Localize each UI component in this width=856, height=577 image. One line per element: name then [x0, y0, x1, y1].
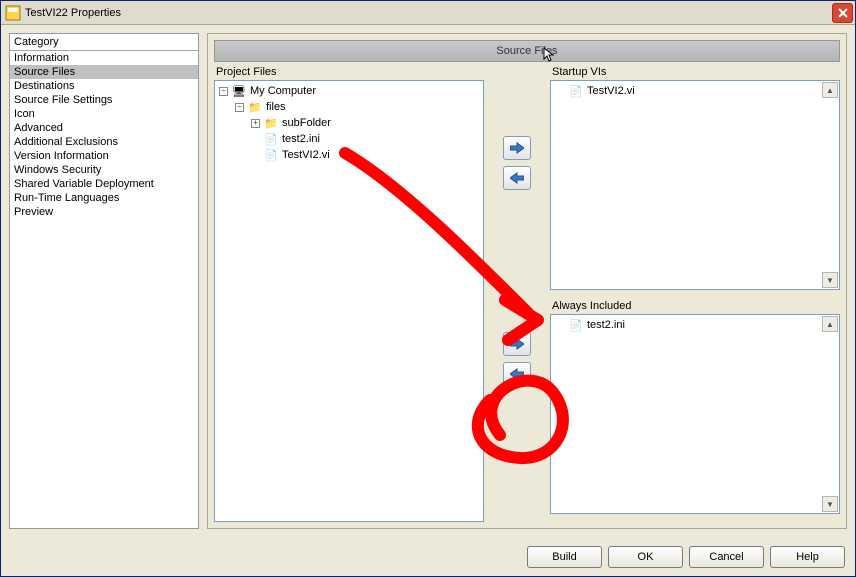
- list-item-label: test2.ini: [587, 319, 625, 331]
- tree-node-label: test2.ini: [282, 133, 320, 145]
- always-included-label: Always Included: [550, 300, 840, 314]
- ini-icon: [264, 132, 278, 146]
- category-panel: Category InformationSource FilesDestinat…: [9, 33, 199, 529]
- close-button[interactable]: [832, 3, 853, 23]
- tree-node-label: My Computer: [250, 85, 316, 97]
- page-title-bar: Source Files: [214, 40, 840, 62]
- project-files-tree[interactable]: −My Computer−files+subFoldertest2.iniTes…: [214, 80, 484, 522]
- add-to-startup-button[interactable]: [503, 136, 531, 160]
- category-item[interactable]: Source Files: [10, 65, 198, 79]
- dialog-body: Category InformationSource FilesDestinat…: [1, 25, 855, 537]
- scroll-up-button[interactable]: ▲: [822, 82, 838, 98]
- list-item[interactable]: test2.ini: [553, 317, 837, 333]
- tree-node[interactable]: − My Computer: [217, 83, 481, 99]
- category-item[interactable]: Icon: [10, 107, 198, 121]
- always-included-group: Always Included ▲ test2.ini ▼: [550, 300, 840, 514]
- startup-vis-list[interactable]: ▲ TestVI2.vi ▼: [550, 80, 840, 290]
- list-item[interactable]: TestVI2.vi: [553, 83, 837, 99]
- project-files-label: Project Files: [214, 66, 484, 80]
- titlebar: TestVI22 Properties: [1, 1, 855, 25]
- expand-icon[interactable]: +: [251, 119, 260, 128]
- category-item[interactable]: Source File Settings: [10, 93, 198, 107]
- ok-button[interactable]: OK: [608, 546, 683, 568]
- category-item[interactable]: Shared Variable Deployment: [10, 177, 198, 191]
- category-item[interactable]: Version Information: [10, 149, 198, 163]
- collapse-icon[interactable]: −: [235, 103, 244, 112]
- category-item[interactable]: Preview: [10, 205, 198, 219]
- vi-icon: [264, 148, 278, 162]
- list-item-label: TestVI2.vi: [587, 85, 635, 97]
- content-columns: Project Files −My Computer−files+subFold…: [208, 66, 846, 528]
- ini-icon: [569, 318, 583, 332]
- tree-node-label: TestVI2.vi: [282, 149, 330, 161]
- remove-from-startup-button[interactable]: [503, 166, 531, 190]
- category-item[interactable]: Destinations: [10, 79, 198, 93]
- category-item[interactable]: Additional Exclusions: [10, 135, 198, 149]
- remove-from-always-included-button[interactable]: [503, 362, 531, 386]
- transfer-buttons-column: [490, 66, 544, 522]
- computer-icon: [232, 84, 246, 98]
- tree-node[interactable]: − files: [217, 99, 481, 115]
- tree-node[interactable]: + subFolder: [217, 115, 481, 131]
- window-title: TestVI22 Properties: [25, 7, 832, 19]
- vi-icon: [569, 84, 583, 98]
- cancel-button[interactable]: Cancel: [689, 546, 764, 568]
- dialog-button-row: Build OK Cancel Help: [1, 537, 855, 576]
- app-icon: [5, 5, 21, 21]
- help-button[interactable]: Help: [770, 546, 845, 568]
- build-button[interactable]: Build: [527, 546, 602, 568]
- category-item[interactable]: Run-Time Languages: [10, 191, 198, 205]
- category-item[interactable]: Information: [10, 51, 198, 65]
- cursor-icon: [543, 47, 557, 66]
- scroll-up-button[interactable]: ▲: [822, 316, 838, 332]
- category-list[interactable]: InformationSource FilesDestinationsSourc…: [10, 50, 198, 528]
- startup-vis-group: Startup VIs ▲ TestVI2.vi ▼: [550, 66, 840, 290]
- startup-vis-label: Startup VIs: [550, 66, 840, 80]
- category-header: Category: [10, 34, 198, 50]
- always-included-list[interactable]: ▲ test2.ini ▼: [550, 314, 840, 514]
- include-lists-column: Startup VIs ▲ TestVI2.vi ▼ Always Include…: [550, 66, 840, 522]
- category-item[interactable]: Windows Security: [10, 163, 198, 177]
- tree-node-label: subFolder: [282, 117, 331, 129]
- category-item[interactable]: Advanced: [10, 121, 198, 135]
- properties-dialog: TestVI22 Properties Category Information…: [0, 0, 856, 577]
- folder-icon: [248, 100, 262, 114]
- tree-node[interactable]: test2.ini: [217, 131, 481, 147]
- tree-node[interactable]: TestVI2.vi: [217, 147, 481, 163]
- folder-icon: [264, 116, 278, 130]
- tree-node-label: files: [266, 101, 286, 113]
- project-files-group: Project Files −My Computer−files+subFold…: [214, 66, 484, 522]
- add-to-always-included-button[interactable]: [503, 332, 531, 356]
- source-files-page: Source Files Project Files −My Computer−…: [207, 33, 847, 529]
- scroll-down-button[interactable]: ▼: [822, 496, 838, 512]
- scroll-down-button[interactable]: ▼: [822, 272, 838, 288]
- collapse-icon[interactable]: −: [219, 87, 228, 96]
